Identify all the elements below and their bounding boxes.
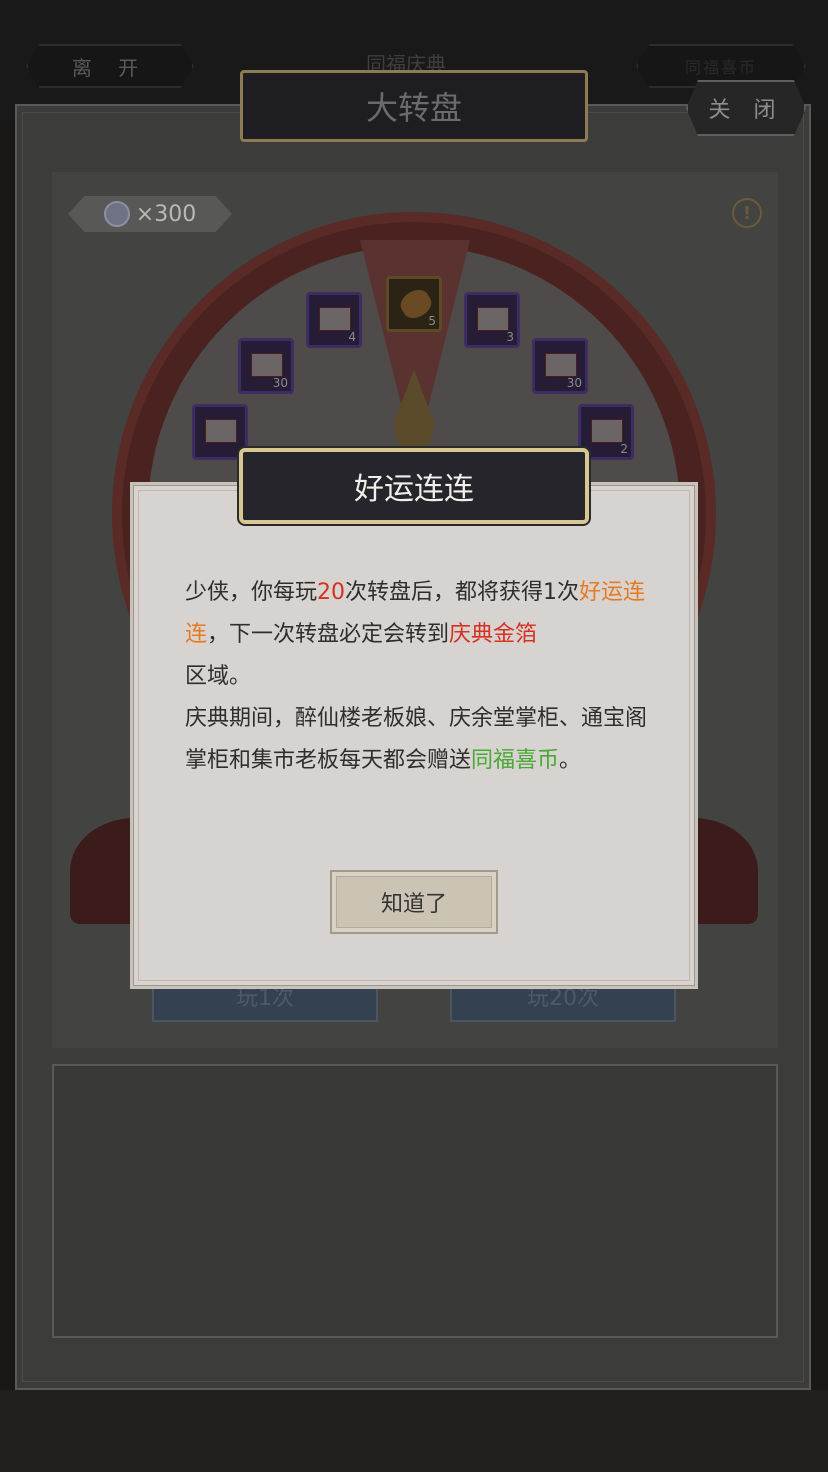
prize-count: 30: [566, 376, 582, 390]
coin-count: ×300: [135, 201, 197, 227]
dialog-paragraph-2: 庆典期间，醉仙楼老板娘、庆余堂掌柜、通宝阁掌柜和集市老板每天都会赠送同福喜币。: [185, 698, 655, 782]
info-icon[interactable]: !: [732, 198, 762, 228]
dialog-paragraph-1: 少侠，你每玩20次转盘后，都将获得1次好运连连，下一次转盘必定会转到庆典金箔 区域…: [185, 572, 655, 698]
ticket-icon: [477, 307, 509, 331]
prize-slot-gold-leaf: 5: [386, 276, 442, 332]
text: 区域。: [185, 664, 252, 689]
prize-slot: 30: [238, 338, 294, 394]
ticket-icon: [591, 419, 623, 443]
prize-count: 2: [620, 442, 628, 456]
leave-button[interactable]: 离 开: [26, 44, 194, 88]
page-title: 大转盘: [240, 70, 588, 142]
text: 。: [559, 748, 582, 773]
dialog-title: 好运连连: [239, 448, 589, 524]
text: ，下一次转盘必定会转到: [207, 622, 450, 647]
prize-slot: 4: [306, 292, 362, 348]
background-scene: [0, 1390, 828, 1472]
prize-count: 4: [348, 330, 356, 344]
highlight-gold-leaf: 庆典金箔: [449, 622, 538, 647]
prize-slot: 30: [532, 338, 588, 394]
text: 少侠，你每玩: [185, 580, 318, 605]
ticket-icon: [545, 353, 577, 377]
prize-count: 3: [506, 330, 514, 344]
ticket-icon: [251, 353, 283, 377]
prize-slot: 3: [464, 292, 520, 348]
dialog-body: 少侠，你每玩20次转盘后，都将获得1次好运连连，下一次转盘必定会转到庆典金箔 区域…: [185, 572, 655, 782]
prize-count: 30: [272, 376, 288, 390]
ticket-icon: [205, 419, 237, 443]
coin-icon: [103, 201, 130, 227]
coin-balance: ×300: [68, 196, 232, 232]
highlight-coin: 同福喜币: [471, 748, 560, 773]
close-button[interactable]: 关 闭: [686, 80, 806, 136]
reward-log-panel: [52, 1064, 778, 1338]
highlight-count: 20: [317, 580, 346, 605]
prize-count: 5: [428, 314, 436, 328]
got-it-button[interactable]: 知道了: [330, 870, 498, 934]
text: 次转盘后，都将获得1次: [345, 580, 580, 605]
ticket-icon: [319, 307, 351, 331]
